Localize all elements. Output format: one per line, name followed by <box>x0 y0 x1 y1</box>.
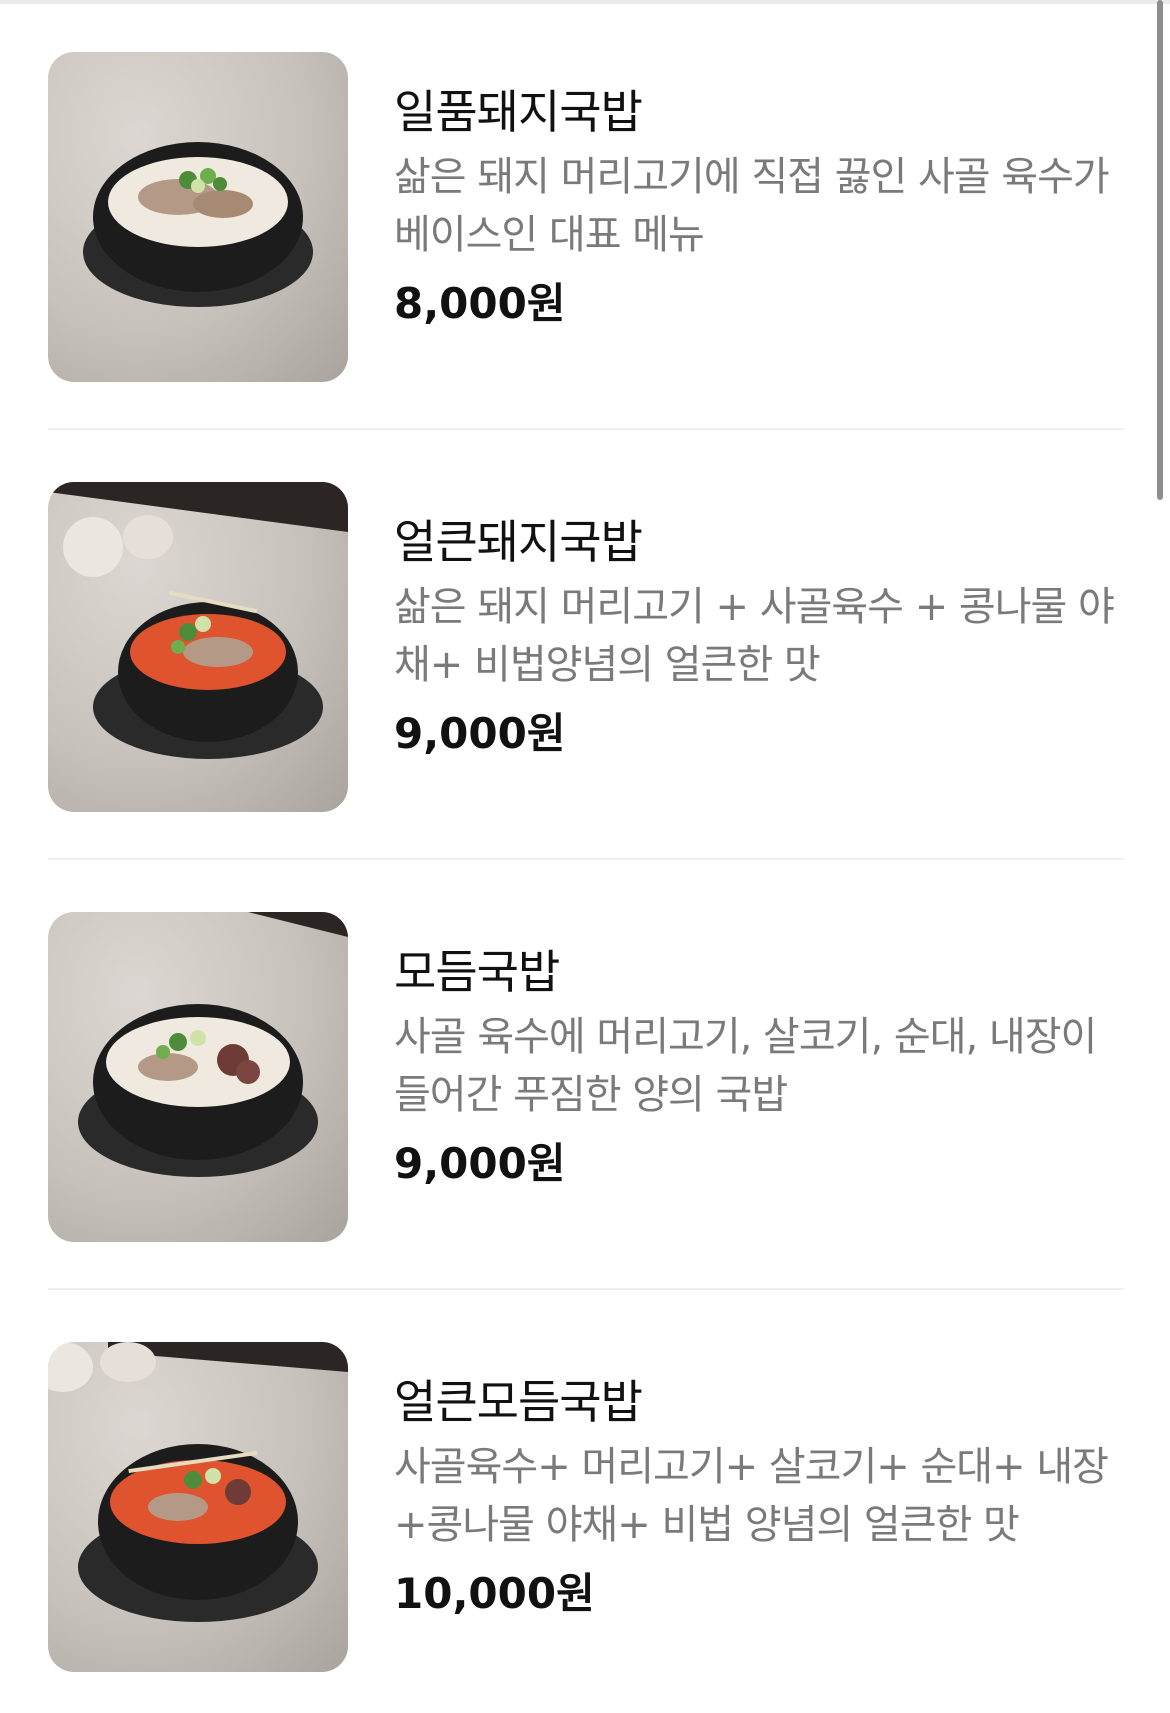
menu-item[interactable]: 얼큰모듬국밥 사골육수+ 머리고기+ 살코기+ 순대+ 내장+콩나물 야채+ 비… <box>48 1290 1124 1713</box>
menu-item-description: 사골 육수에 머리고기, 살코기, 순대, 내장이 들어간 푸짐한 양의 국밥 <box>394 1014 1097 1118</box>
menu-item-info: 일품돼지국밥 삶은 돼지 머리고기에 직접 끓인 사골 육수가 베이스인 대표 … <box>394 82 1124 332</box>
gukbap-bowl-image <box>48 1342 348 1622</box>
menu-item-price: 10,000원 <box>394 1569 595 1618</box>
menu-item[interactable]: 얼큰돼지국밥 삶은 돼지 머리고기 + 사골육수 + 콩나물 야채+ 비법양념의… <box>48 430 1124 860</box>
menu-page: 일품돼지국밥 삶은 돼지 머리고기에 직접 끓인 사골 육수가 베이스인 대표 … <box>0 0 1170 1713</box>
menu-item[interactable]: 모듬국밥 사골 육수에 머리고기, 살코기, 순대, 내장이 들어간 푸짐한 양… <box>48 860 1124 1290</box>
menu-item-info: 모듬국밥 사골 육수에 머리고기, 살코기, 순대, 내장이 들어간 푸짐한 양… <box>394 942 1124 1192</box>
menu-item-name: 일품돼지국밥 <box>394 85 643 139</box>
menu-item-photo <box>48 912 348 1242</box>
gukbap-bowl-image <box>48 482 348 759</box>
menu-item-name: 모듬국밥 <box>394 945 560 999</box>
menu-item-photo <box>48 482 348 812</box>
menu-item-name: 얼큰모듬국밥 <box>394 1375 643 1429</box>
menu-item-description: 삶은 돼지 머리고기에 직접 끓인 사골 육수가 베이스인 대표 메뉴 <box>394 154 1110 258</box>
gukbap-bowl-image <box>83 142 313 307</box>
scrollbar[interactable] <box>1157 0 1163 500</box>
menu-item-info: 얼큰모듬국밥 사골육수+ 머리고기+ 살코기+ 순대+ 내장+콩나물 야채+ 비… <box>394 1372 1124 1622</box>
menu-item-photo <box>48 1342 348 1672</box>
menu-item-name: 얼큰돼지국밥 <box>394 515 643 569</box>
menu-item-info: 얼큰돼지국밥 삶은 돼지 머리고기 + 사골육수 + 콩나물 야채+ 비법양념의… <box>394 512 1124 762</box>
menu-item-price: 9,000원 <box>394 709 566 758</box>
menu-item-price: 9,000원 <box>394 1139 566 1188</box>
menu-item-photo <box>48 52 348 382</box>
menu-item[interactable]: 일품돼지국밥 삶은 돼지 머리고기에 직접 끓인 사골 육수가 베이스인 대표 … <box>48 0 1124 430</box>
menu-item-description: 삶은 돼지 머리고기 + 사골육수 + 콩나물 야채+ 비법양념의 얼큰한 맛 <box>394 584 1115 688</box>
menu-item-description: 사골육수+ 머리고기+ 살코기+ 순대+ 내장+콩나물 야채+ 비법 양념의 얼… <box>394 1444 1109 1548</box>
menu-item-price: 8,000원 <box>394 279 566 328</box>
gukbap-bowl-image <box>78 912 348 1177</box>
menu-list: 일품돼지국밥 삶은 돼지 머리고기에 직접 끓인 사골 육수가 베이스인 대표 … <box>48 0 1124 1713</box>
